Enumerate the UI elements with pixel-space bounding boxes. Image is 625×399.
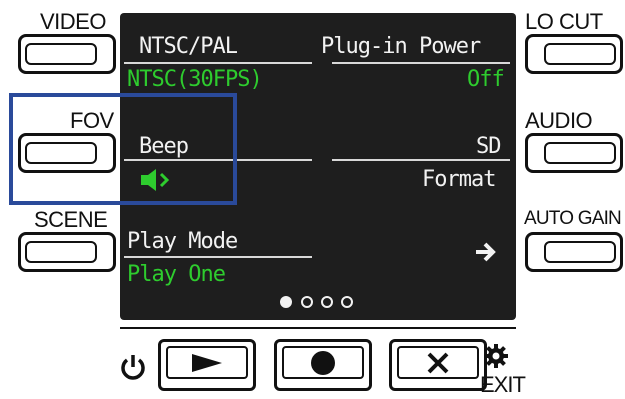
audio-button[interactable] [525,133,623,173]
video-button[interactable] [18,34,116,74]
page-dot-4 [341,296,353,308]
auto-gain-button[interactable] [525,232,623,272]
highlight-frame [9,93,237,205]
x-icon [427,352,449,373]
power-icon[interactable] [118,352,148,382]
video-button-face [25,43,97,65]
bottom-divider [120,327,516,329]
page-dot-1 [280,296,292,308]
ntsc-pal-divider [124,62,312,64]
audio-label: AUDIO [525,108,593,133]
sd-divider [332,159,510,161]
lo-cut-button-face [544,43,616,65]
lo-cut-button[interactable] [525,34,623,74]
plugin-power-label[interactable]: Plug-in Power [321,36,481,58]
play-button[interactable] [158,339,256,391]
ntsc-pal-value: NTSC(30FPS) [127,67,263,92]
auto-gain-label: AUTO GAIN [524,208,622,229]
lo-cut-label: LO CUT [525,9,603,34]
page-dot-3 [321,296,333,308]
play-mode-value: Play One [127,262,226,287]
ntsc-pal-label[interactable]: NTSC/PAL [139,36,238,58]
exit-label: EXIT [480,372,526,397]
plugin-power-divider [332,62,510,64]
record-icon [311,350,335,375]
plugin-power-value: Off [467,67,505,92]
cancel-button[interactable] [389,339,487,391]
scene-button[interactable] [18,232,116,272]
scene-button-face [25,241,97,263]
gear-icon[interactable] [483,343,509,369]
sd-label[interactable]: SD [476,136,501,158]
arrow-right-icon[interactable] [474,241,498,263]
video-label: VIDEO [40,9,106,34]
format-label: Format [422,167,496,192]
audio-button-face [544,142,616,164]
record-button[interactable] [274,339,372,391]
play-icon [192,353,222,372]
page-dot-2 [301,296,313,308]
play-mode-label[interactable]: Play Mode [127,231,238,253]
scene-label: SCENE [34,207,108,232]
play-mode-divider [124,256,312,258]
auto-gain-button-face [544,241,616,263]
